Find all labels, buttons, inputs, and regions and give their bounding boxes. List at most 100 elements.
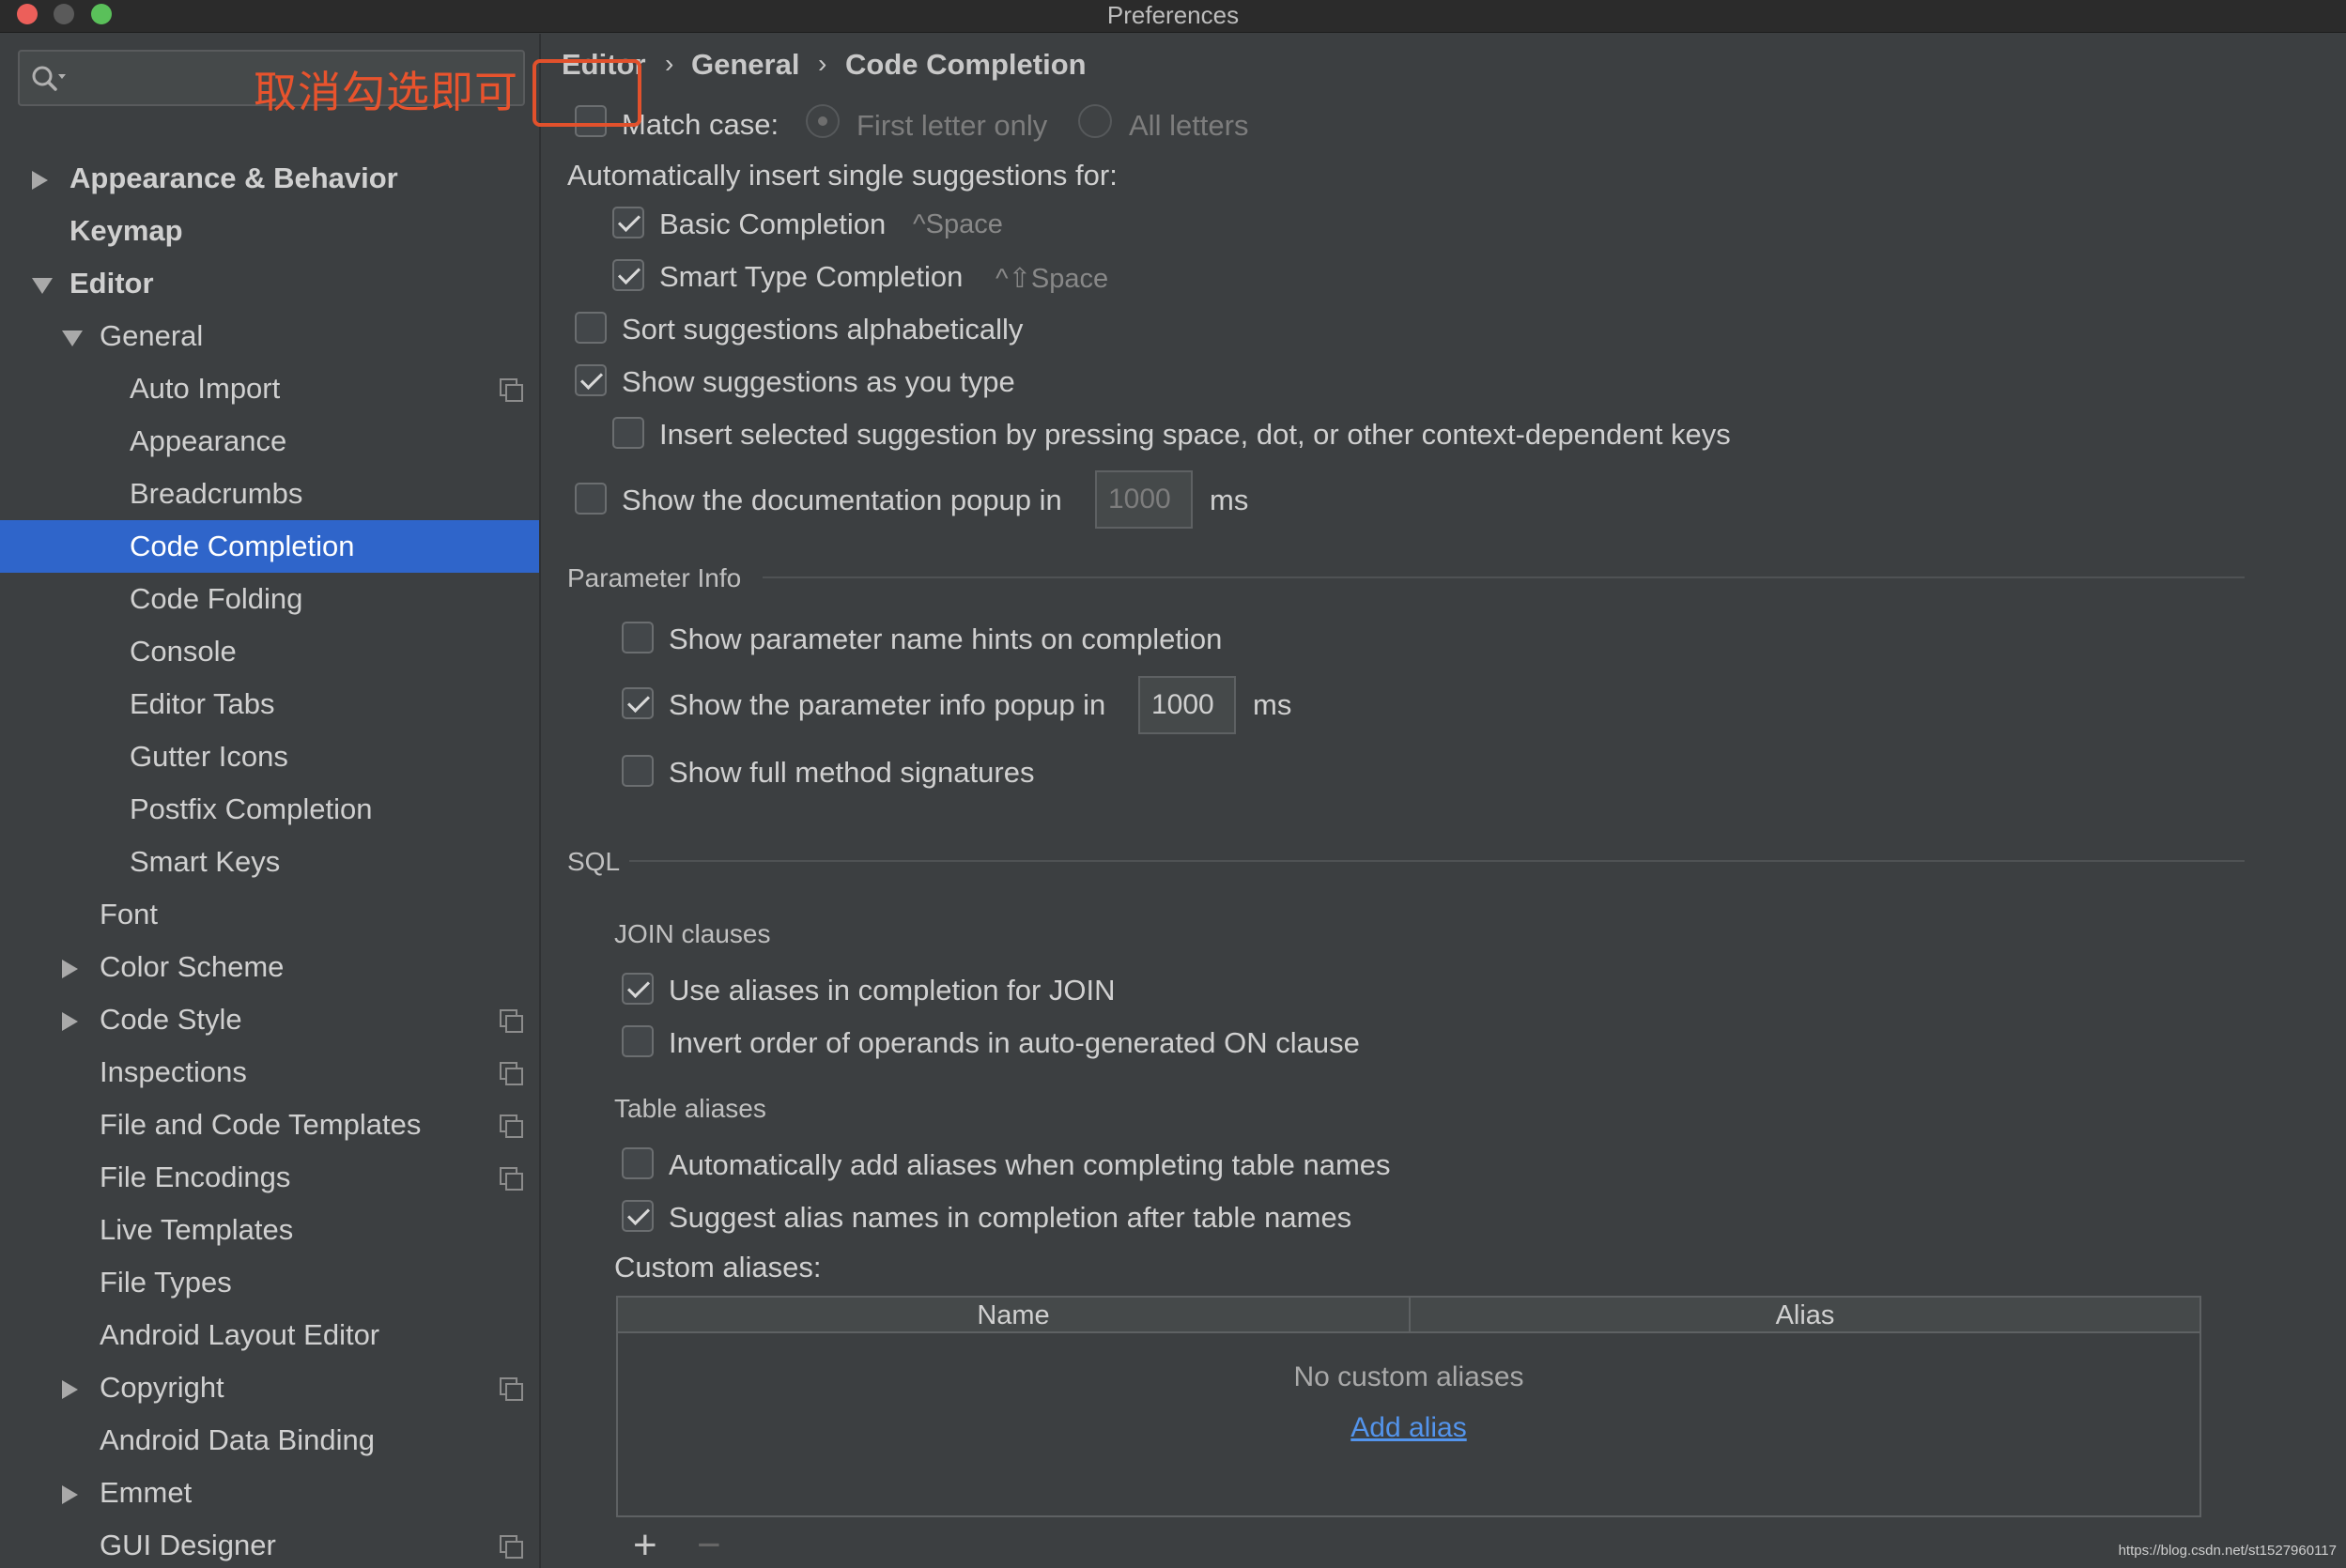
sidebar-item-editor-tabs[interactable]: Editor Tabs: [0, 678, 539, 730]
sidebar-item-file-types[interactable]: File Types: [0, 1256, 539, 1309]
sidebar-item-emmet[interactable]: Emmet: [0, 1467, 539, 1519]
all-letters-radio[interactable]: [1078, 104, 1112, 138]
sidebar-item-gutter-icons[interactable]: Gutter Icons: [0, 730, 539, 783]
custom-aliases-table[interactable]: Name Alias No custom aliases Add alias: [616, 1296, 2201, 1517]
project-scope-icon: [500, 1535, 523, 1559]
auto-insert-heading: Automatically insert single suggestions …: [567, 159, 1118, 192]
sidebar-item-label: Font: [100, 898, 159, 930]
annotation-note: 取消勾选即可: [254, 68, 518, 116]
sidebar-item-label: Breadcrumbs: [130, 477, 303, 510]
param-name-hints-checkbox[interactable]: [622, 622, 654, 653]
sidebar-item-label: Editor Tabs: [130, 687, 275, 720]
auto-add-aliases-checkbox[interactable]: [622, 1147, 654, 1179]
sidebar-item-general[interactable]: General: [0, 310, 539, 362]
annotation-highlight-box: [532, 59, 641, 127]
sidebar-item-code-style[interactable]: Code Style: [0, 993, 539, 1046]
sidebar-item-label: Appearance: [130, 424, 287, 457]
sidebar-item-label: Postfix Completion: [130, 792, 373, 825]
collapsed-arrow-icon[interactable]: [32, 171, 48, 190]
use-aliases-join-checkbox[interactable]: [622, 973, 654, 1005]
sort-alphabetically-checkbox[interactable]: [575, 312, 607, 344]
param-info-popup-delay-field[interactable]: 1000: [1138, 676, 1236, 734]
sidebar-item-appearance-behavior[interactable]: Appearance & Behavior: [0, 152, 539, 205]
column-header-name[interactable]: Name: [618, 1298, 1409, 1333]
basic-completion-checkbox[interactable]: [612, 207, 644, 238]
breadcrumb-general[interactable]: General: [691, 48, 799, 82]
sidebar-item-auto-import[interactable]: Auto Import: [0, 362, 539, 415]
custom-aliases-title: Custom aliases:: [614, 1251, 822, 1284]
full-method-signatures-label: Show full method signatures: [669, 756, 1035, 789]
sidebar-item-code-completion[interactable]: Code Completion: [0, 520, 539, 573]
show-as-you-type-label: Show suggestions as you type: [622, 365, 1015, 398]
param-info-popup-label: Show the parameter info popup in: [669, 688, 1106, 721]
doc-popup-label: Show the documentation popup in: [622, 484, 1062, 516]
sidebar-item-keymap[interactable]: Keymap: [0, 205, 539, 257]
sidebar-item-copyright[interactable]: Copyright: [0, 1361, 539, 1414]
sidebar-item-breadcrumbs[interactable]: Breadcrumbs: [0, 468, 539, 520]
param-name-hints-label: Show parameter name hints on completion: [669, 623, 1223, 655]
sidebar-item-label: GUI Designer: [100, 1529, 276, 1561]
sidebar-item-inspections[interactable]: Inspections: [0, 1046, 539, 1099]
sidebar-item-label: Console: [130, 635, 237, 668]
suggest-alias-names-label: Suggest alias names in completion after …: [669, 1201, 1352, 1234]
add-alias-link[interactable]: Add alias: [1350, 1412, 1466, 1443]
collapsed-arrow-icon[interactable]: [62, 1380, 78, 1399]
sidebar-item-file-and-code-templates[interactable]: File and Code Templates: [0, 1099, 539, 1151]
sidebar-item-file-encodings[interactable]: File Encodings: [0, 1151, 539, 1204]
project-scope-icon: [500, 1062, 523, 1085]
collapsed-arrow-icon[interactable]: [62, 960, 78, 978]
sidebar-item-live-templates[interactable]: Live Templates: [0, 1204, 539, 1256]
basic-completion-shortcut: ^Space: [913, 209, 1003, 239]
sidebar-item-editor[interactable]: Editor: [0, 257, 539, 310]
sidebar-item-code-folding[interactable]: Code Folding: [0, 573, 539, 625]
remove-alias-button[interactable]: −: [697, 1522, 721, 1568]
doc-popup-unit: ms: [1210, 484, 1249, 516]
sidebar-item-android-data-binding[interactable]: Android Data Binding: [0, 1414, 539, 1467]
sidebar-item-color-scheme[interactable]: Color Scheme: [0, 941, 539, 993]
add-alias-button[interactable]: +: [633, 1522, 657, 1568]
sidebar-item-font[interactable]: Font: [0, 888, 539, 941]
sidebar-item-smart-keys[interactable]: Smart Keys: [0, 836, 539, 888]
all-letters-label: All letters: [1129, 109, 1249, 142]
sidebar-item-gui-designer[interactable]: GUI Designer: [0, 1519, 539, 1568]
doc-popup-delay-field[interactable]: 1000: [1095, 470, 1193, 529]
sidebar-item-android-layout-editor[interactable]: Android Layout Editor: [0, 1309, 539, 1361]
invert-operands-checkbox[interactable]: [622, 1025, 654, 1057]
sidebar-item-postfix-completion[interactable]: Postfix Completion: [0, 783, 539, 836]
sidebar-item-label: Smart Keys: [130, 845, 281, 878]
breadcrumb-separator: ›: [818, 49, 827, 78]
sidebar-item-label: Code Style: [100, 1003, 242, 1036]
sidebar-item-label: File Types: [100, 1266, 232, 1299]
title-bar: Preferences: [0, 0, 2346, 33]
full-method-signatures-checkbox[interactable]: [622, 755, 654, 787]
param-info-popup-checkbox[interactable]: [622, 687, 654, 719]
suggest-alias-names-checkbox[interactable]: [622, 1200, 654, 1232]
collapsed-arrow-icon[interactable]: [62, 1012, 78, 1031]
table-aliases-title: Table aliases: [614, 1094, 766, 1123]
expanded-arrow-icon[interactable]: [62, 331, 83, 346]
sql-section-title: SQL: [567, 847, 621, 876]
sidebar-item-label: Gutter Icons: [130, 740, 288, 773]
param-info-popup-unit: ms: [1253, 688, 1292, 721]
collapsed-arrow-icon[interactable]: [62, 1485, 78, 1504]
sidebar-item-label: Code Folding: [130, 582, 303, 615]
sidebar-item-label: File and Code Templates: [100, 1108, 422, 1141]
expanded-arrow-icon[interactable]: [32, 278, 53, 294]
sidebar-item-label: Android Data Binding: [100, 1423, 375, 1456]
smart-type-completion-checkbox[interactable]: [612, 259, 644, 291]
doc-popup-checkbox[interactable]: [575, 483, 607, 515]
sidebar-item-label: Android Layout Editor: [100, 1318, 380, 1351]
section-divider: [763, 576, 2245, 578]
sidebar-item-appearance[interactable]: Appearance: [0, 415, 539, 468]
project-scope-icon: [500, 378, 523, 402]
sidebar-item-label: Editor: [69, 267, 154, 300]
breadcrumb-separator: ›: [665, 49, 674, 78]
search-icon: [32, 66, 66, 91]
sidebar-item-console[interactable]: Console: [0, 625, 539, 678]
first-letter-only-radio[interactable]: [806, 104, 840, 138]
sidebar-item-label: Inspections: [100, 1055, 247, 1088]
sidebar-item-label: General: [100, 319, 204, 352]
show-as-you-type-checkbox[interactable]: [575, 364, 607, 396]
column-header-alias[interactable]: Alias: [1411, 1298, 2199, 1333]
insert-selected-suggestion-checkbox[interactable]: [612, 417, 644, 449]
